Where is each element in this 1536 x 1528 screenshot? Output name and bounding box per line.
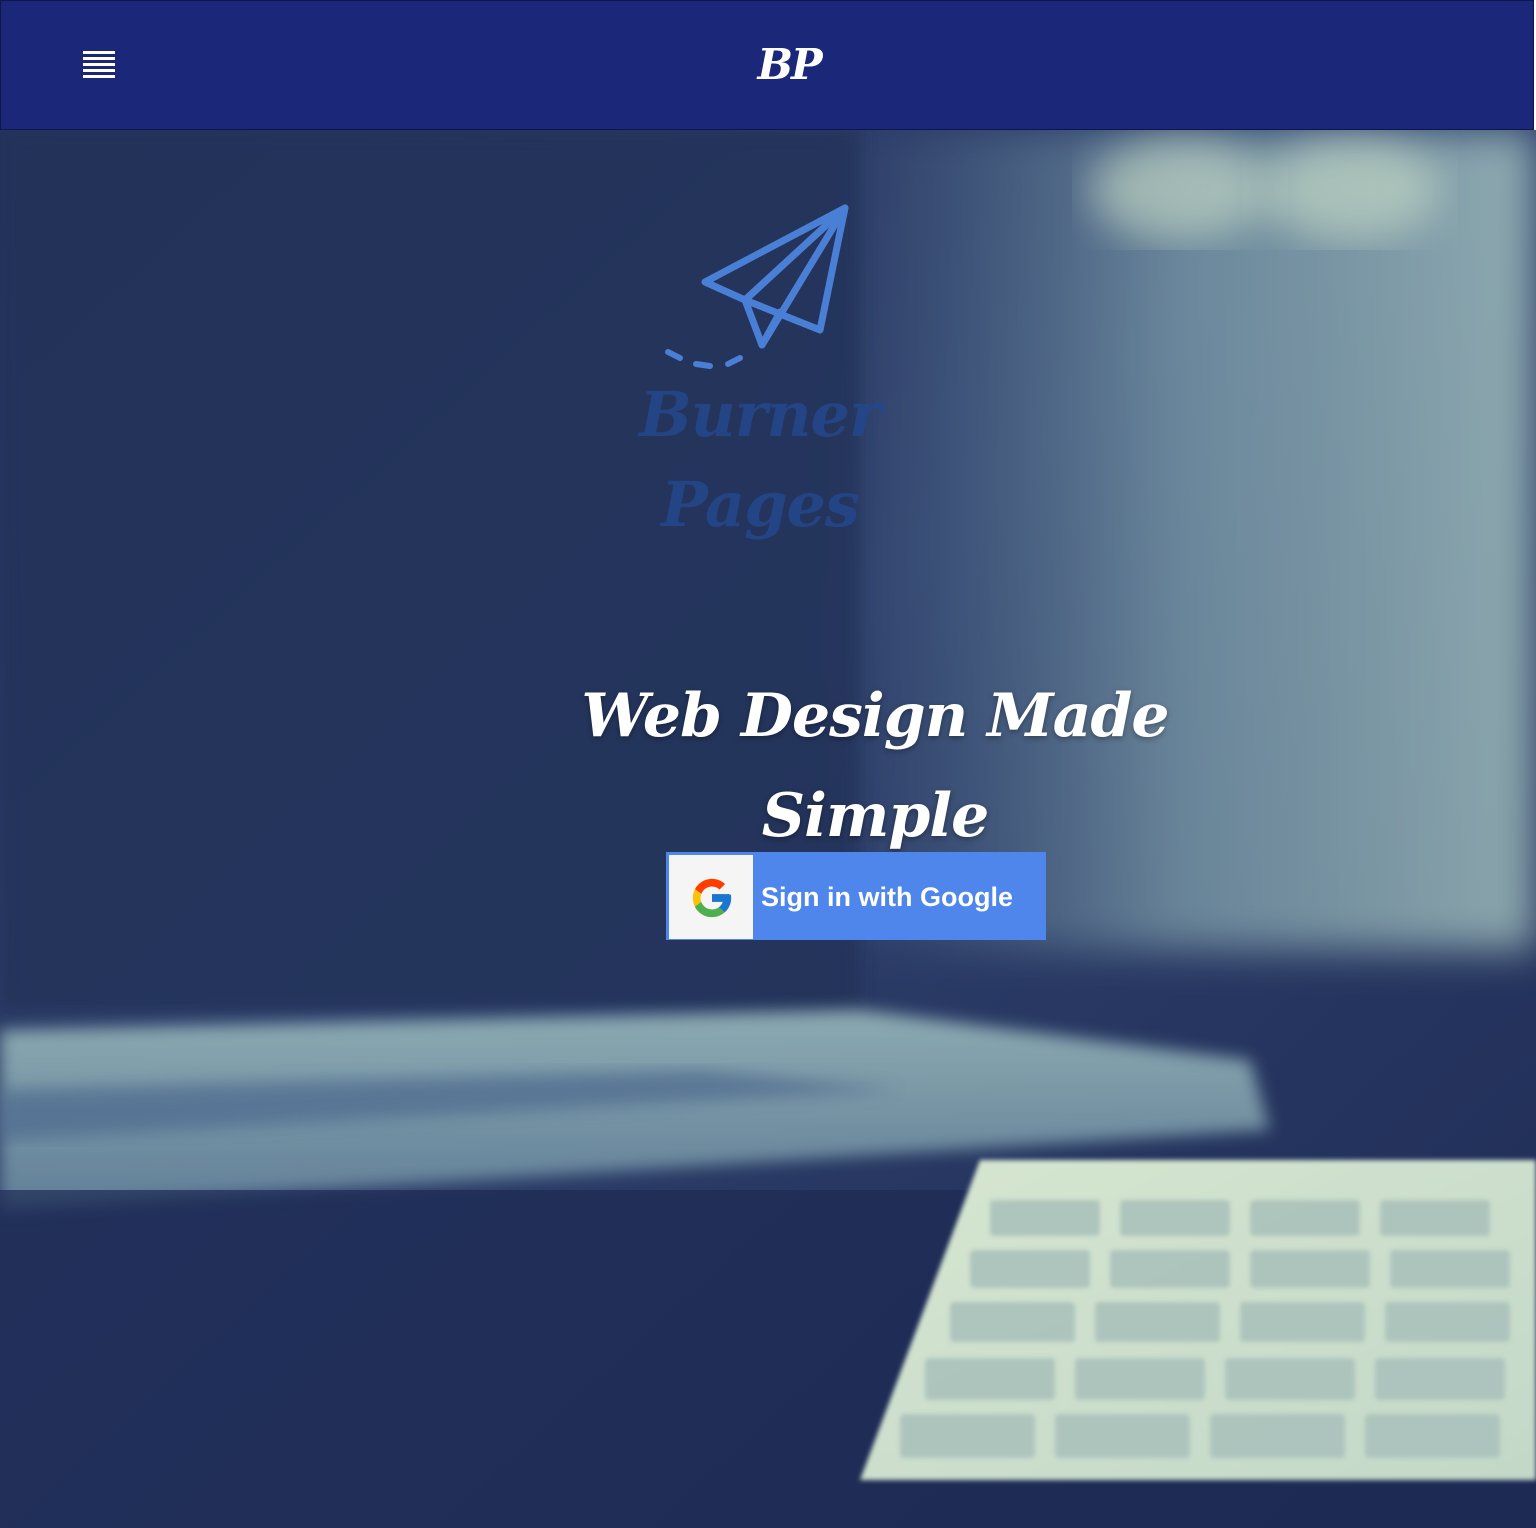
nav-logo-text: BP <box>757 40 822 89</box>
google-icon-box <box>669 855 753 939</box>
brand-name: Burner Pages <box>639 378 881 541</box>
sign-in-with-google-button[interactable]: Sign in with Google <box>666 852 1046 940</box>
hero-section: Burner Pages Web Design Made Simple Sign… <box>0 130 1536 1528</box>
google-g-icon <box>692 878 732 918</box>
nav-logo[interactable]: BP <box>749 37 829 93</box>
page: BP Burner Pages Web Design Made Simple S… <box>0 0 1536 1528</box>
top-navbar: BP <box>0 0 1534 130</box>
hero-tagline: Web Design Made Simple <box>581 681 1169 851</box>
hamburger-menu-icon[interactable] <box>81 51 117 83</box>
sign-in-with-google-label: Sign in with Google <box>761 882 1013 912</box>
